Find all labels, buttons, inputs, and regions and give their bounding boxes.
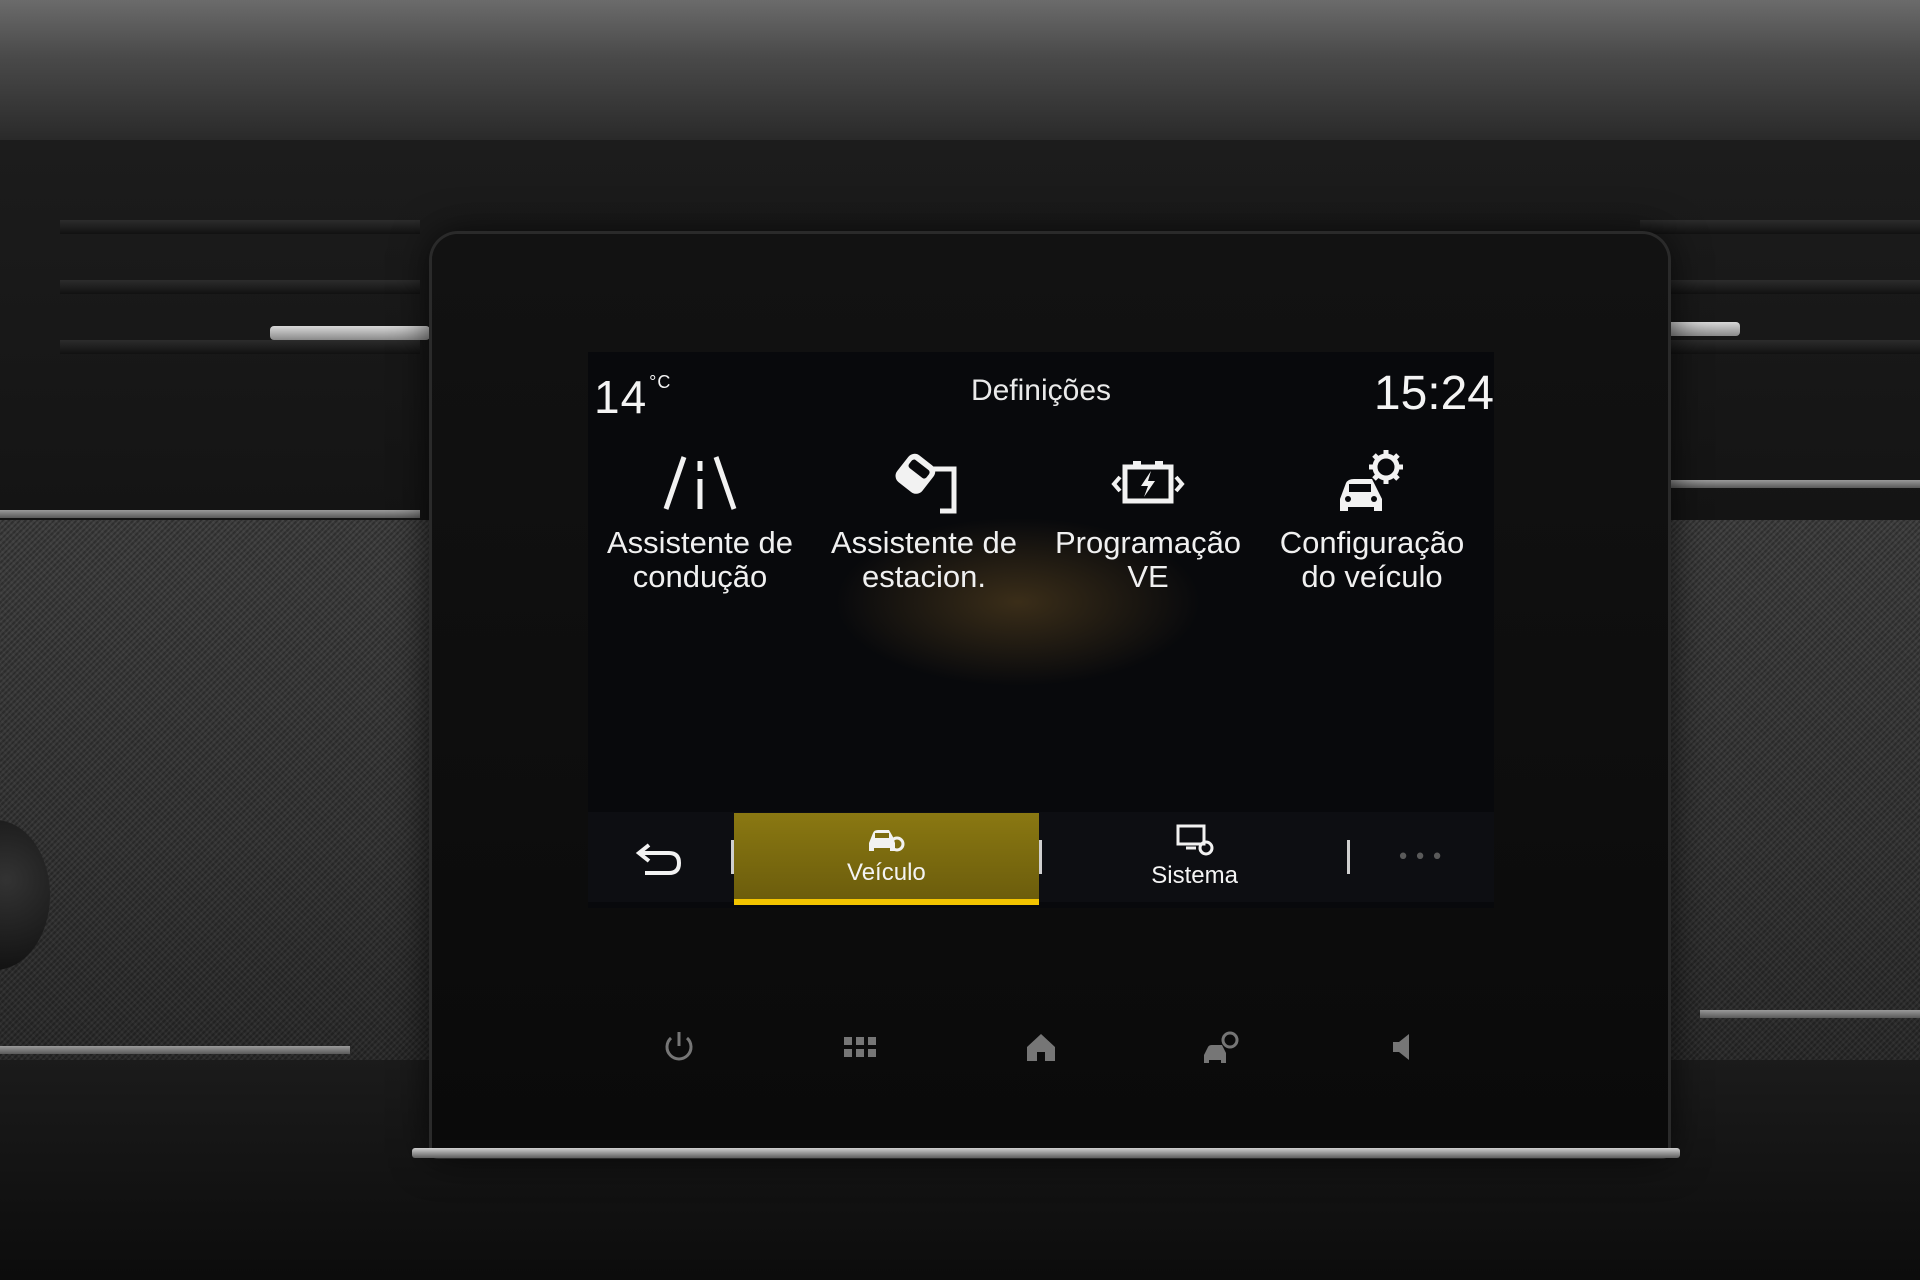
tab-vehicle[interactable]: Veículo [733, 813, 1040, 905]
power-icon [665, 1032, 693, 1061]
clock: 15:24 [1373, 367, 1494, 420]
tile-driving-assist[interactable]: Assistente de condução [588, 442, 812, 622]
apps-grid-icon [843, 1037, 876, 1057]
car-gear-icon [869, 830, 905, 852]
chrome-trim-lower-right [1700, 1010, 1920, 1018]
bezel-chrome-trim [412, 1148, 1680, 1158]
parking-assist-icon [888, 442, 960, 522]
volume-button[interactable] [1363, 1017, 1443, 1077]
tile-vehicle-configuration[interactable]: Configuração do veículo [1260, 442, 1484, 622]
power-button[interactable] [639, 1017, 719, 1077]
tile-label: Configuração do veículo [1279, 525, 1465, 594]
chrome-trim-left [0, 510, 420, 518]
tile-label: Assistente de estacion. [830, 525, 1018, 594]
ev-battery-icon [1111, 442, 1185, 522]
tile-parking-assist[interactable]: Assistente de estacion. [812, 442, 1036, 622]
tile-label: Assistente de condução [606, 525, 794, 594]
car-settings-icon [1336, 442, 1408, 522]
page-title: Definições [970, 374, 1112, 407]
home-button[interactable] [1001, 1017, 1081, 1077]
volume-icon [1393, 1034, 1410, 1060]
tab-label: Sistema [1151, 862, 1238, 889]
display-gear-icon [1176, 824, 1214, 856]
home-icon [1026, 1034, 1055, 1061]
tab-bar: Veículo Sistema ••• [588, 812, 1494, 905]
lane-assist-icon [662, 442, 738, 522]
settings-tiles: Assistente de condução Assistente de est… [588, 442, 1494, 622]
back-arrow-icon [636, 843, 682, 875]
vehicle-settings-button[interactable] [1182, 1017, 1262, 1077]
chrome-trim-right [1660, 480, 1920, 488]
back-button[interactable] [588, 812, 731, 902]
more-options-button[interactable]: ••• [1350, 812, 1494, 902]
tab-label: Veículo [847, 859, 926, 886]
infotainment-screen: 14 °C Definições 15:24 Assistente de cond… [588, 352, 1494, 908]
tile-label: Programação VE [1054, 525, 1242, 594]
tab-system[interactable]: Sistema [1042, 812, 1347, 902]
hardware-button-row [588, 1012, 1494, 1082]
dashboard-top [0, 0, 1920, 140]
chrome-trim-lower-left [0, 1046, 350, 1054]
car-settings-icon [1204, 1031, 1239, 1063]
apps-button[interactable] [820, 1017, 900, 1077]
tile-ev-programming[interactable]: Programação VE [1036, 442, 1260, 622]
